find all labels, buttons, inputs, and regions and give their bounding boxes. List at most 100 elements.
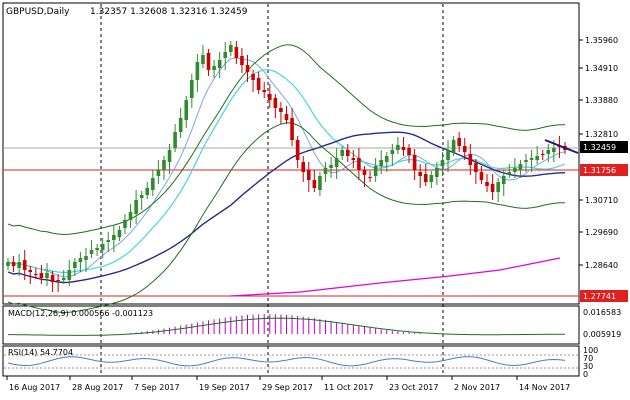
candle-body [351,158,356,160]
time-axis-label: 19 Sep 2017 [199,383,250,392]
candle-body [440,160,445,166]
macd-axis-top: 0.016583 [583,308,621,317]
candle-body [95,248,99,250]
candle-body [379,160,383,166]
candle-body [295,140,300,160]
candle-body [212,66,216,70]
macd-axis-bottom: 0.005919 [583,330,621,339]
candle-body [306,170,311,180]
candle-body [73,262,77,268]
candle-body [513,168,517,172]
candle-body [240,56,244,65]
candle-body [234,47,239,58]
symbol-title: GBPUSD,Daily [6,7,70,17]
candle-body [435,168,439,177]
candle-body [201,55,205,64]
candle-body [89,250,94,254]
candle-body [134,200,138,214]
candle-body [156,170,161,176]
price-axis-label: 1.33880 [585,96,618,105]
candle-body [362,170,367,175]
candle-body [167,150,172,162]
current-price-tag: 1.32459 [580,141,628,153]
candle-body [50,275,55,282]
candle-body [301,162,306,172]
candle-body [267,94,272,100]
candle-body [112,235,116,240]
time-axis-label: 23 Oct 2017 [389,383,438,392]
candle-body [357,158,361,170]
candle-body [546,150,551,154]
candle-body [56,280,60,281]
chart-window: GBPUSD,Daily 1.32357 1.32608 1.32316 1.3… [0,0,630,400]
red-level-tag: 1.31756 [580,164,628,176]
candle-body [329,165,333,168]
candle-body [345,150,350,156]
candle-body [256,78,261,90]
candle-body [178,118,183,132]
price-chart[interactable]: GBPUSD,Daily 1.32357 1.32608 1.32316 1.3… [0,0,630,400]
candle-body [28,270,33,272]
candle-body [318,176,322,190]
candle-body [368,177,372,178]
candle-body [485,182,489,186]
candle-body [67,270,72,280]
candle-body [490,184,495,192]
candle-body [423,174,428,182]
time-axis-label: 11 Oct 2017 [324,383,373,392]
candle-body [190,80,194,98]
candle-body [312,180,317,188]
candle-body [6,262,10,266]
candle-body [429,175,434,182]
time-axis-label: 16 Aug 2017 [9,383,60,392]
candle-body [340,150,344,156]
candle-body [22,260,27,270]
candle-body [279,108,283,112]
time-axis-label: 7 Sep 2017 [134,383,180,392]
ohlc-values: 1.32357 1.32608 1.32316 1.32459 [90,7,248,17]
candle-body [117,230,122,237]
time-axis-label: 2 Nov 2017 [454,383,500,392]
price-axis-label: 1.32810 [585,130,618,139]
candle-body [496,182,500,192]
candle-body [401,147,406,150]
price-axis-label: 1.34910 [585,64,618,73]
current-price-tag-text: 1.32459 [583,143,616,152]
candle-body [251,74,255,80]
price-axis-label: 1.30710 [585,196,618,205]
candle-body [396,145,400,150]
time-axis-label: 28 Aug 2017 [72,383,123,392]
candle-body [457,138,461,146]
candle-body [45,273,49,278]
candle-body [529,158,534,160]
candle-body [507,172,512,174]
candle-body [39,273,44,278]
candle-body [184,100,189,120]
candle-body [84,256,88,260]
candle-body [100,244,105,250]
candle-body [162,160,166,170]
time-axis-label: 14 Nov 2017 [519,383,570,392]
candle-body [11,262,16,266]
candle-body [61,278,66,280]
candle-body [17,262,21,268]
candle-body [262,90,267,92]
candle-body [151,178,155,190]
candle-body [323,168,328,174]
candle-body [123,220,127,228]
candle-body [206,53,211,70]
candle-body [446,150,450,160]
candle-body [412,155,417,170]
candle-body [418,172,422,176]
price-axis-label: 1.29690 [585,228,618,237]
candle-body [78,258,83,262]
candle-body [34,274,38,275]
candle-body [139,195,144,198]
candle-body [552,148,556,152]
candle-body [284,114,289,120]
rsi-axis-0: 0 [583,370,588,379]
low-level-tag-text: 1.27741 [583,292,616,301]
candle-body [128,212,133,220]
low-level-tag: 1.27741 [580,290,628,302]
price-axis-label: 1.35960 [585,36,618,45]
